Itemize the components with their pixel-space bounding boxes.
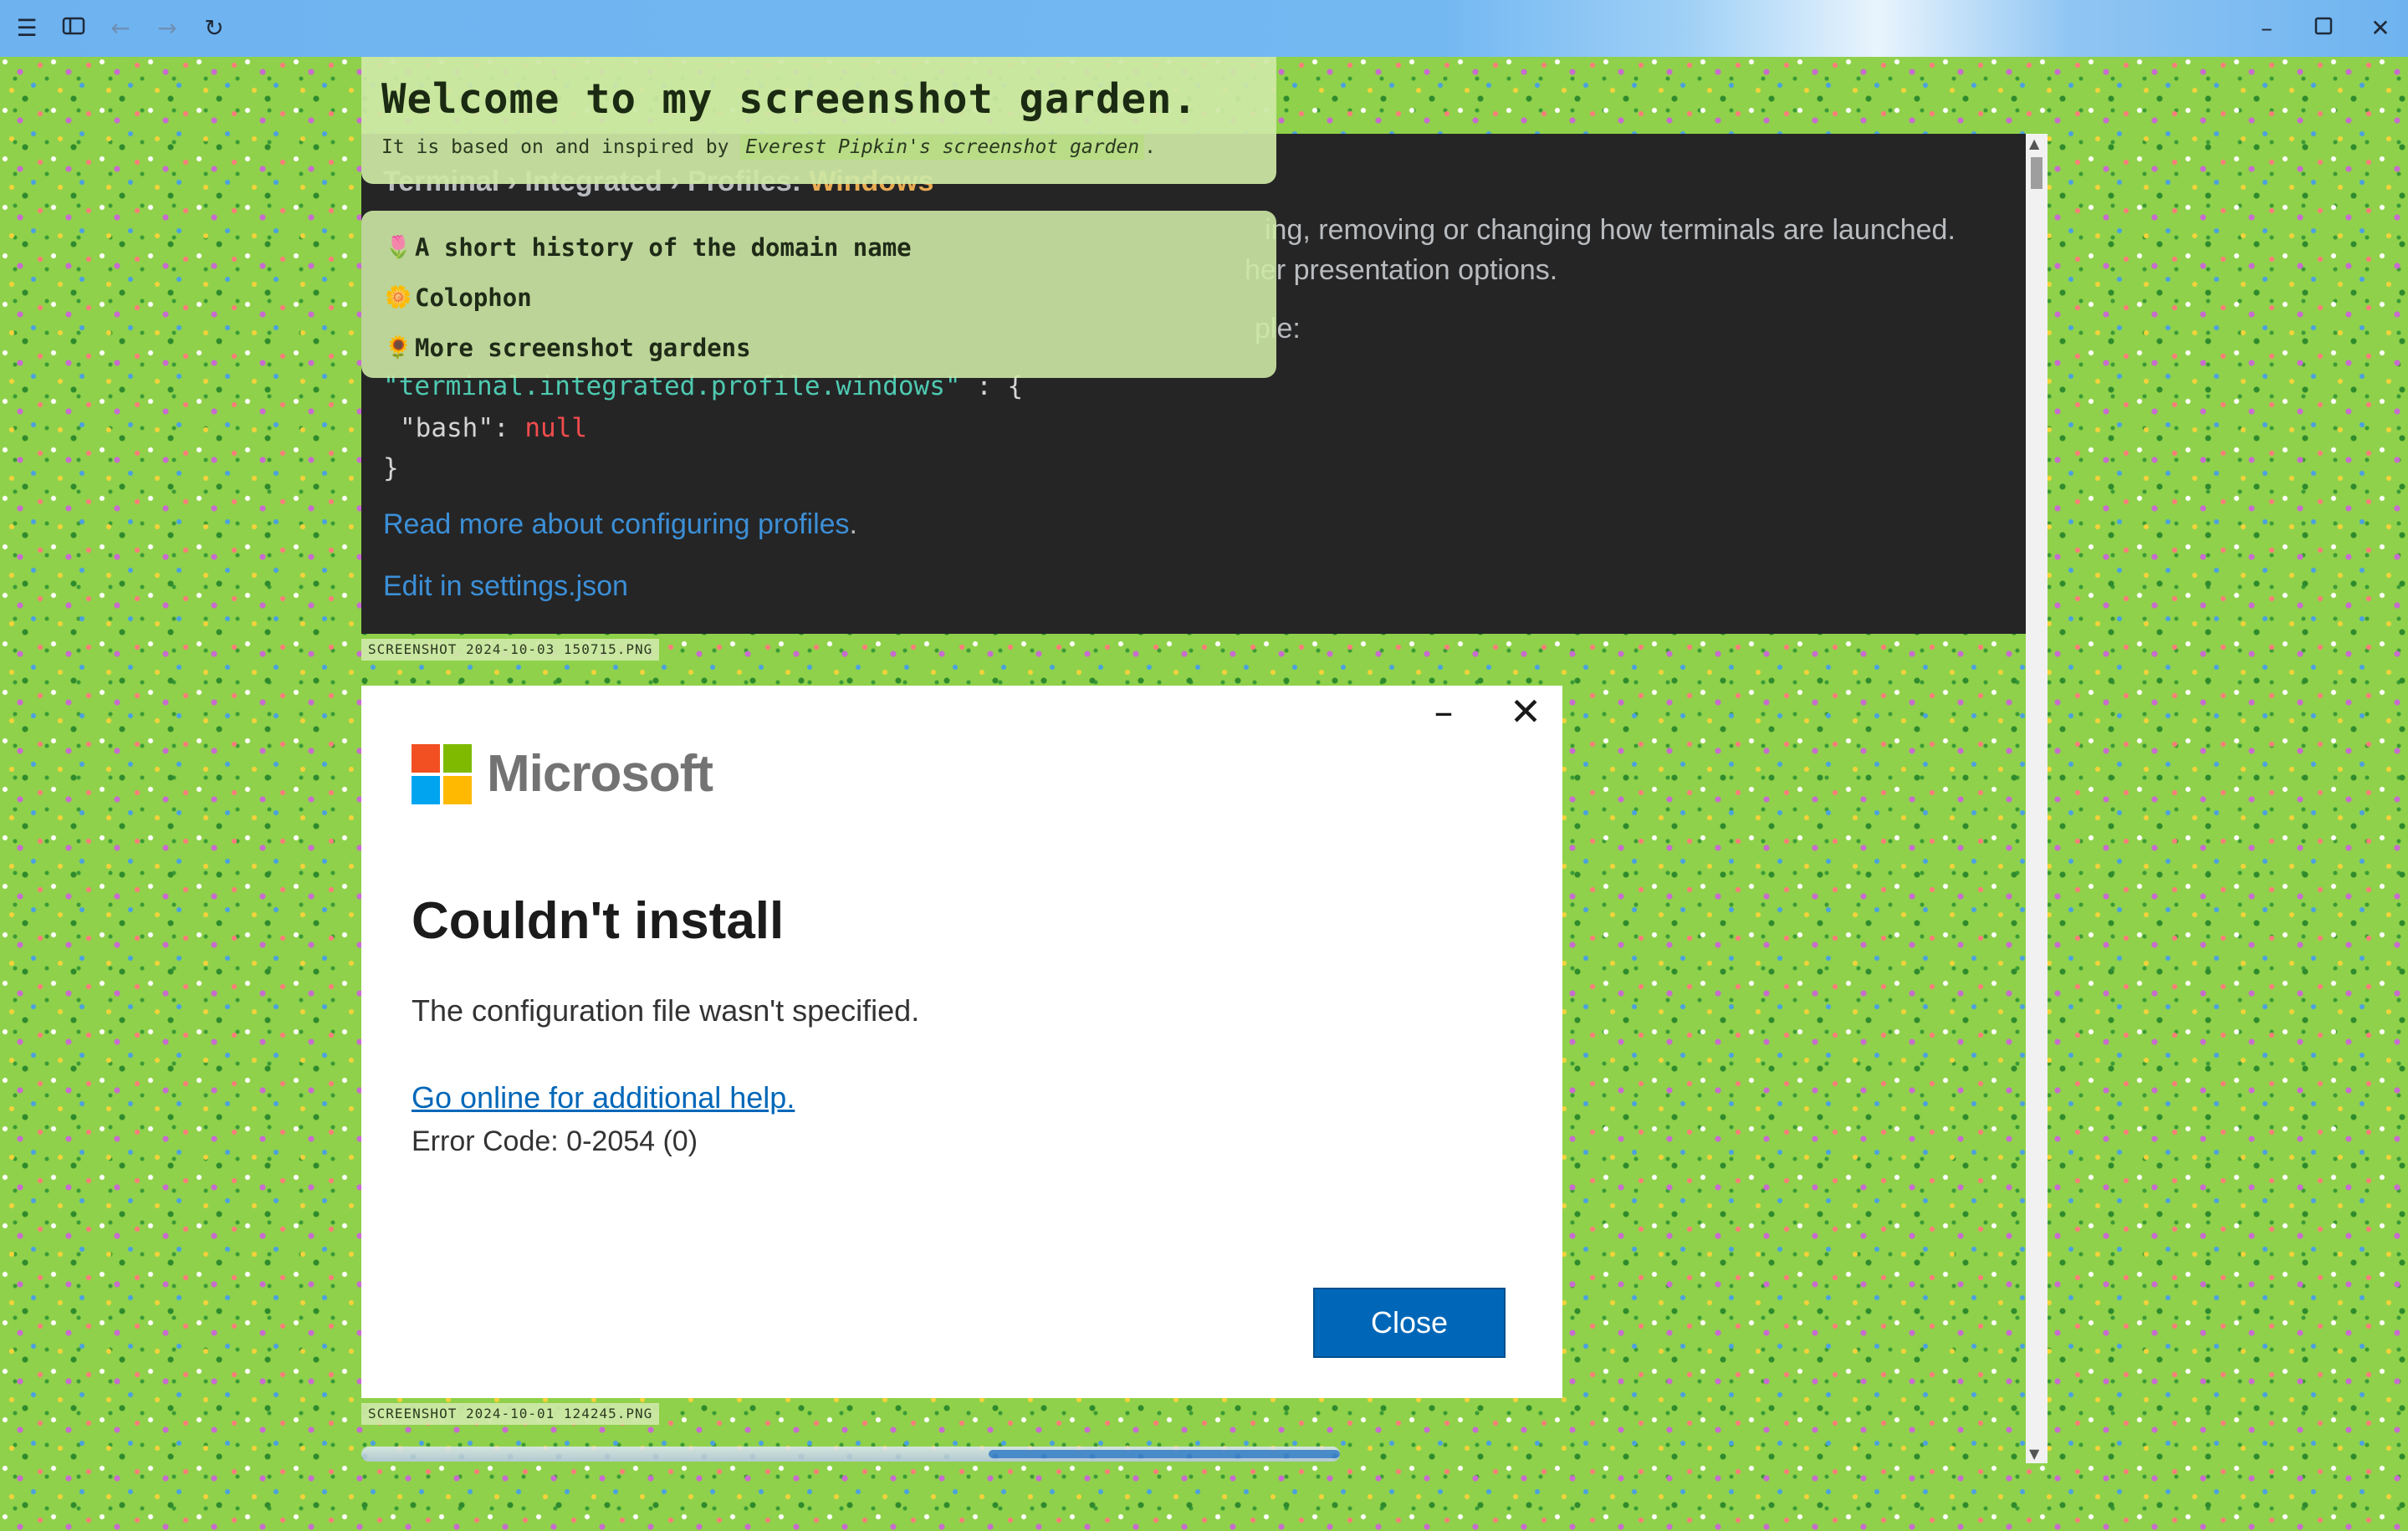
maximize-icon[interactable] <box>2308 13 2339 43</box>
code-line-2: "bash": null <box>400 413 587 443</box>
page-title: Welcome to my screenshot garden. <box>381 75 1199 123</box>
screenshot-caption: SCREENSHOT 2024-10-01 124245.PNG <box>361 1403 660 1425</box>
nav-item-colophon[interactable]: 🌼 Colophon <box>385 273 1253 323</box>
nav-item-more-gardens[interactable]: 🌻 More screenshot gardens <box>385 323 1253 373</box>
nav-item-label: More screenshot gardens <box>415 334 751 362</box>
dialog-message: The configuration file wasn't specified. <box>412 993 920 1028</box>
dialog-close-icon[interactable]: ✕ <box>1501 689 1551 734</box>
scrollbar-thumb[interactable] <box>2031 157 2042 189</box>
screenshot-vscode-settings: Terminal › Integrated › Profiles: Window… <box>361 134 2026 634</box>
nav-item-history[interactable]: 🌷 A short history of the domain name <box>385 222 1253 273</box>
back-icon[interactable]: ← <box>105 13 135 43</box>
help-link[interactable]: Go online for additional help. <box>412 1080 795 1115</box>
settings-description-line2: her presentation options. <box>1245 254 1558 286</box>
edit-settings-link[interactable]: Edit in settings.json <box>383 570 628 603</box>
nav-panel: 🌷 A short history of the domain name 🌼 C… <box>361 211 1276 378</box>
minimize-icon[interactable]: – <box>2252 13 2282 43</box>
scroll-down-icon[interactable]: ▼ <box>2029 1446 2039 1462</box>
credit-link[interactable]: Everest Pipkin's screenshot garden <box>740 135 1145 160</box>
screenshot-caption: SCREENSHOT 2024-10-03 150715.PNG <box>361 639 660 661</box>
scroll-up-icon[interactable]: ▲ <box>2029 135 2039 151</box>
error-code: Error Code: 0-2054 (0) <box>412 1125 698 1157</box>
screenshot-install-error-dialog: – ✕ Microsoft Couldn't install The confi… <box>361 686 1562 1398</box>
reload-icon[interactable]: ↻ <box>199 13 229 43</box>
horizontal-scrollbar-thumb[interactable] <box>989 1450 1340 1458</box>
page-subtitle: It is based on and inspired by Everest P… <box>381 135 1156 160</box>
menu-icon[interactable]: ☰ <box>12 13 42 43</box>
settings-description-line1: ing, removing or changing how terminals … <box>1265 214 1956 246</box>
close-button[interactable]: Close <box>1313 1288 1506 1358</box>
brand-name: Microsoft <box>487 745 713 803</box>
nav-item-label: Colophon <box>415 283 532 312</box>
sunflower-icon: 🌻 <box>385 335 412 360</box>
browser-toolbar: ☰ ← → ↻ – ✕ <box>0 0 2408 57</box>
close-icon[interactable]: ✕ <box>2365 13 2395 43</box>
dialog-title: Couldn't install <box>412 892 785 950</box>
vertical-scrollbar[interactable]: ▲ ▼ <box>2026 134 2048 1463</box>
microsoft-logo-icon <box>412 744 472 804</box>
dialog-minimize-icon[interactable]: – <box>1419 689 1469 734</box>
nav-item-label: A short history of the domain name <box>415 233 912 262</box>
read-more-link[interactable]: Read more about configuring profiles <box>383 508 850 540</box>
welcome-panel: Welcome to my screenshot garden. It is b… <box>361 57 1276 184</box>
tulip-icon: 🌷 <box>385 235 412 260</box>
code-line-3: } <box>383 453 399 483</box>
sidebar-icon[interactable] <box>59 13 89 43</box>
horizontal-scrollbar[interactable] <box>361 1447 1340 1462</box>
read-more-row: Read more about configuring profiles. <box>383 508 857 540</box>
forward-icon[interactable]: → <box>152 13 182 43</box>
blossom-icon: 🌼 <box>385 285 412 310</box>
